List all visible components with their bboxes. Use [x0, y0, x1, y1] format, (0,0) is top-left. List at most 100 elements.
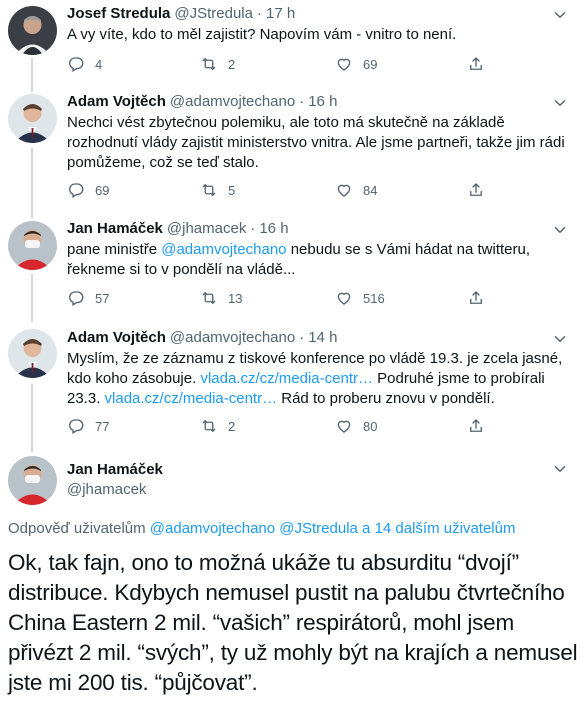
like-button[interactable]: 84 — [335, 180, 377, 200]
avatar[interactable] — [8, 456, 57, 505]
reply-button[interactable]: 57 — [67, 288, 109, 308]
mention-link[interactable]: @adamvojtechano — [150, 520, 275, 537]
other-users-link[interactable]: a 14 dalším uživatelům — [358, 520, 515, 537]
focused-tweet-text: Ok, tak fajn, ono to možná ukáže tu absu… — [8, 550, 578, 695]
reply-icon — [69, 57, 84, 72]
tweet-header: Adam Vojtěch @adamvojtechano · 16 h — [67, 92, 337, 112]
avatar[interactable] — [8, 6, 57, 55]
retweet-button[interactable]: 2 — [200, 54, 235, 74]
reply-button[interactable]: 4 — [67, 54, 102, 74]
tweet[interactable]: Josef Stredula @JStredula · 17 h A vy víte,… — [0, 0, 583, 90]
author-handle[interactable]: @adamvojtechano — [170, 93, 295, 110]
author-name[interactable]: Josef Stredula — [67, 5, 170, 22]
author-name[interactable]: Jan Hamáček — [67, 220, 163, 237]
mention-link[interactable]: @adamvojtechano — [161, 241, 286, 258]
mention-link[interactable]: @JStredula — [279, 520, 358, 537]
replying-to: Odpověď uživatelům @adamvojtechano @JStr… — [8, 519, 515, 539]
retweet-button[interactable]: 13 — [200, 288, 242, 308]
author-name[interactable]: Jan Hamáček — [67, 460, 163, 480]
text-segment: Nechci vést zbytečnou polemiku, ale toto… — [67, 114, 565, 171]
timestamp[interactable]: 16 h — [259, 220, 288, 237]
like-count: 80 — [363, 418, 378, 434]
text-segment: Rád to proberu znovu v pondělí. — [277, 390, 495, 407]
like-icon — [337, 58, 351, 71]
share-icon — [470, 291, 482, 304]
url-link[interactable]: vlada.cz/cz/media-centr… — [200, 370, 373, 387]
separator-dot: · — [250, 220, 256, 237]
reply-icon — [69, 419, 84, 434]
share-icon — [470, 419, 482, 432]
author-handle[interactable]: @JStredula — [174, 5, 253, 22]
retweet-count: 2 — [228, 418, 236, 434]
share-icon — [470, 183, 482, 196]
url-link[interactable]: vlada.cz/cz/media-centr… — [105, 390, 278, 407]
avatar[interactable] — [8, 221, 57, 270]
like-count: 516 — [363, 290, 385, 306]
retweet-button[interactable]: 5 — [200, 180, 235, 200]
share-button[interactable] — [467, 288, 485, 308]
timestamp[interactable]: 16 h — [308, 93, 337, 110]
share-button[interactable] — [467, 416, 485, 436]
retweet-button[interactable]: 2 — [200, 416, 235, 436]
reply-icon — [69, 183, 84, 198]
tweet[interactable]: Adam Vojtěch @adamvojtechano · 14 h Myslím,… — [0, 326, 583, 452]
tweet[interactable]: Jan Hamáček @jhamacek · 16 h pane ministře … — [0, 216, 583, 326]
reply-button[interactable]: 69 — [67, 180, 109, 200]
share-button[interactable] — [467, 54, 485, 74]
more-icon[interactable] — [551, 221, 569, 239]
author-handle[interactable]: @adamvojtechano — [170, 329, 295, 346]
tweet-actions: 77 2 80 — [67, 416, 507, 436]
reply-count: 57 — [95, 290, 110, 306]
like-button[interactable]: 69 — [335, 54, 377, 74]
like-count: 69 — [363, 56, 378, 72]
retweet-icon — [202, 292, 216, 304]
timestamp[interactable]: 17 h — [266, 5, 295, 22]
more-icon[interactable] — [551, 460, 569, 478]
retweet-count: 5 — [228, 182, 236, 198]
timestamp[interactable]: 14 h — [308, 329, 337, 346]
author-handle[interactable]: @jhamacek — [167, 220, 246, 237]
retweet-icon — [202, 58, 216, 70]
text-segment: pane ministře — [67, 241, 162, 258]
avatar[interactable] — [8, 94, 57, 143]
reply-count: 69 — [95, 182, 110, 198]
tweet-text: Nechci vést zbytečnou polemiku, ale toto… — [67, 113, 567, 173]
separator-dot: · — [299, 93, 305, 110]
author-handle[interactable]: @jhamacek — [67, 480, 146, 500]
like-icon — [337, 184, 351, 197]
tweet-text: pane ministře @adamvojtechano nebudu se … — [67, 240, 567, 280]
reply-button[interactable]: 77 — [67, 416, 109, 436]
tweet[interactable]: Adam Vojtěch @adamvojtechano · 16 h Nechci … — [0, 90, 583, 216]
reply-count: 4 — [95, 56, 103, 72]
share-button[interactable] — [467, 180, 485, 200]
more-icon[interactable] — [551, 6, 569, 24]
like-button[interactable]: 516 — [335, 288, 385, 308]
like-icon — [337, 292, 351, 305]
tweet-actions: 69 5 84 — [67, 180, 507, 200]
like-count: 84 — [363, 182, 378, 198]
tweet-actions: 57 13 516 — [67, 288, 507, 308]
more-icon[interactable] — [551, 330, 569, 348]
tweet-header: Jan Hamáček @jhamacek · 16 h — [67, 219, 289, 239]
tweet-text: Myslím, že ze záznamu z tiskové konferen… — [67, 349, 567, 409]
avatar[interactable] — [8, 329, 57, 378]
separator-dot: · — [256, 5, 262, 22]
tweet-actions: 4 2 69 — [67, 54, 507, 74]
retweet-icon — [202, 184, 216, 196]
reply-icon — [69, 291, 84, 306]
author-name[interactable]: Adam Vojtěch — [67, 93, 166, 110]
like-button[interactable]: 80 — [335, 416, 377, 436]
reply-count: 77 — [95, 418, 110, 434]
text-segment: A vy víte, kdo to měl zajistit? Napovím … — [67, 26, 457, 43]
retweet-icon — [202, 420, 216, 432]
share-icon — [470, 57, 482, 70]
like-icon — [337, 420, 351, 433]
more-icon[interactable] — [551, 94, 569, 112]
tweet-header: Josef Stredula @JStredula · 17 h — [67, 4, 295, 24]
tweet-text: A vy víte, kdo to měl zajistit? Napovím … — [67, 25, 567, 45]
retweet-count: 2 — [228, 56, 236, 72]
retweet-count: 13 — [228, 290, 243, 306]
replying-prefix: Odpověď uživatelům — [8, 520, 150, 537]
tweet-header: Adam Vojtěch @adamvojtechano · 14 h — [67, 328, 337, 348]
author-name[interactable]: Adam Vojtěch — [67, 329, 166, 346]
